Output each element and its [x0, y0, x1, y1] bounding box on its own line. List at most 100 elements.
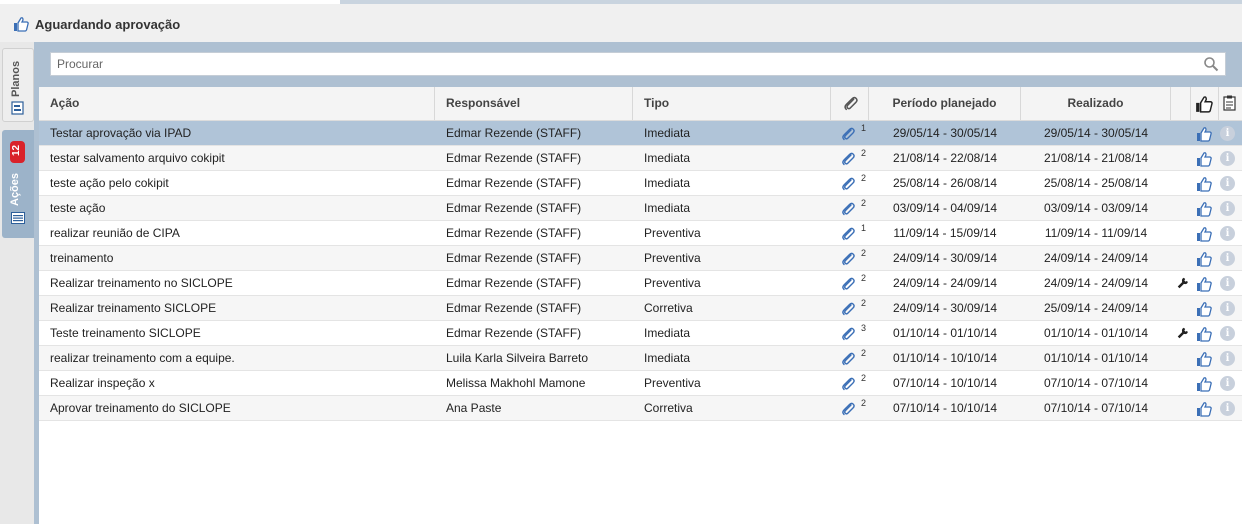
- cell-realizado: 25/09/14 - 24/09/14: [1043, 301, 1149, 315]
- cell-responsavel: Edmar Rezende (STAFF): [446, 276, 582, 290]
- attachment-count: 2: [861, 348, 867, 358]
- approve-thumbs-up-icon[interactable]: [1196, 276, 1212, 292]
- table-row[interactable]: treinamento Edmar Rezende (STAFF) Preventi…: [39, 246, 1242, 271]
- cell-periodo: 03/09/14 - 04/09/14: [892, 201, 998, 215]
- table-row[interactable]: Realizar treinamento no SICLOPE Edmar Rez…: [39, 271, 1242, 296]
- cell-realizado: 01/10/14 - 01/10/14: [1043, 326, 1149, 340]
- cell-acao: Realizar inspeção x: [50, 376, 155, 390]
- column-header-realizado[interactable]: Realizado: [1021, 87, 1171, 120]
- sidebar: Planos 12 Ações: [0, 42, 34, 524]
- cell-responsavel: Edmar Rezende (STAFF): [446, 326, 582, 340]
- table-row[interactable]: Aprovar treinamento do SICLOPE Ana Paste C…: [39, 396, 1242, 421]
- cell-tipo: Corretiva: [644, 401, 693, 415]
- cell-acao: realizar reunião de CIPA: [50, 226, 180, 240]
- list-card-icon: [11, 212, 25, 224]
- search-box: [50, 52, 1226, 76]
- column-header-tipo[interactable]: Tipo: [633, 87, 831, 120]
- table-row[interactable]: Realizar treinamento SICLOPE Edmar Rezend…: [39, 296, 1242, 321]
- cell-realizado: 07/10/14 - 07/10/14: [1043, 401, 1149, 415]
- paperclip-icon[interactable]: [840, 401, 856, 417]
- attachment-count: 2: [861, 148, 867, 158]
- table-row[interactable]: Testar aprovação via IPAD Edmar Rezende (…: [39, 121, 1242, 146]
- info-icon[interactable]: i: [1220, 351, 1235, 366]
- paperclip-icon[interactable]: [840, 301, 856, 317]
- approve-thumbs-up-icon[interactable]: [1196, 226, 1212, 242]
- info-icon[interactable]: i: [1220, 276, 1235, 291]
- cell-realizado: 24/09/14 - 24/09/14: [1043, 276, 1149, 290]
- approve-thumbs-up-icon[interactable]: [1196, 251, 1212, 267]
- paperclip-icon[interactable]: [840, 326, 856, 342]
- paperclip-icon[interactable]: [840, 276, 856, 292]
- table-row[interactable]: realizar reunião de CIPA Edmar Rezende (S…: [39, 221, 1242, 246]
- column-header-responsavel[interactable]: Responsável: [435, 87, 633, 120]
- approve-thumbs-up-icon[interactable]: [1196, 326, 1212, 342]
- page-header: Aguardando aprovação: [0, 4, 1242, 42]
- column-header-anexos[interactable]: [831, 87, 869, 120]
- attachment-count: 2: [861, 248, 867, 258]
- info-icon[interactable]: i: [1220, 176, 1235, 191]
- table-row[interactable]: teste ação pelo cokipit Edmar Rezende (ST…: [39, 171, 1242, 196]
- approve-thumbs-up-icon[interactable]: [1196, 376, 1212, 392]
- approve-thumbs-up-icon[interactable]: [1196, 126, 1212, 142]
- table-row[interactable]: Teste treinamento SICLOPE Edmar Rezende (…: [39, 321, 1242, 346]
- column-header-aprovar[interactable]: [1191, 87, 1219, 120]
- content-panel: Ação Responsável Tipo Período planejado …: [34, 42, 1242, 524]
- cell-responsavel: Edmar Rezende (STAFF): [446, 151, 582, 165]
- clipboard-icon: [1223, 95, 1236, 111]
- table-row[interactable]: teste ação Edmar Rezende (STAFF) Imediata 2…: [39, 196, 1242, 221]
- info-icon[interactable]: i: [1220, 401, 1235, 416]
- cell-acao: testar salvamento arquivo cokipit: [50, 151, 225, 165]
- paperclip-icon[interactable]: [840, 126, 856, 142]
- wrench-icon[interactable]: [1176, 326, 1190, 340]
- info-icon[interactable]: i: [1220, 226, 1235, 241]
- info-icon[interactable]: i: [1220, 151, 1235, 166]
- wrench-icon[interactable]: [1176, 276, 1190, 290]
- column-header-relatorio[interactable]: [1219, 87, 1242, 120]
- info-icon[interactable]: i: [1220, 326, 1235, 341]
- table-row[interactable]: Realizar inspeção x Melissa Makhohl Mamon…: [39, 371, 1242, 396]
- table-row[interactable]: testar salvamento arquivo cokipit Edmar R…: [39, 146, 1242, 171]
- search-input[interactable]: [51, 53, 1197, 75]
- cell-responsavel: Edmar Rezende (STAFF): [446, 201, 582, 215]
- paperclip-icon[interactable]: [840, 351, 856, 367]
- approve-thumbs-up-icon[interactable]: [1196, 201, 1212, 217]
- attachment-count: 2: [861, 398, 867, 408]
- attachment-count: 1: [861, 223, 867, 233]
- cell-responsavel: Edmar Rezende (STAFF): [446, 226, 582, 240]
- info-icon[interactable]: i: [1220, 376, 1235, 391]
- paperclip-icon: [844, 96, 858, 111]
- tab-planos-label: Planos: [10, 60, 22, 97]
- paperclip-icon[interactable]: [840, 201, 856, 217]
- paperclip-icon[interactable]: [840, 176, 856, 192]
- approve-thumbs-up-icon[interactable]: [1196, 176, 1212, 192]
- paperclip-icon[interactable]: [840, 226, 856, 242]
- paperclip-icon[interactable]: [840, 151, 856, 167]
- info-icon[interactable]: i: [1220, 126, 1235, 141]
- column-header-periodo[interactable]: Período planejado: [869, 87, 1021, 120]
- search-icon[interactable]: [1203, 56, 1219, 72]
- paperclip-icon[interactable]: [840, 251, 856, 267]
- cell-tipo: Preventiva: [644, 376, 701, 390]
- cell-realizado: 24/09/14 - 24/09/14: [1043, 251, 1149, 265]
- tab-planos[interactable]: Planos: [2, 48, 34, 122]
- cell-responsavel: Edmar Rezende (STAFF): [446, 251, 582, 265]
- approve-thumbs-up-icon[interactable]: [1196, 351, 1212, 367]
- column-header-acao[interactable]: Ação: [39, 87, 435, 120]
- info-icon[interactable]: i: [1220, 201, 1235, 216]
- cell-realizado: 07/10/14 - 07/10/14: [1043, 376, 1149, 390]
- approve-thumbs-up-icon[interactable]: [1196, 151, 1212, 167]
- table-row[interactable]: realizar treinamento com a equipe. Luila …: [39, 346, 1242, 371]
- approve-thumbs-up-icon[interactable]: [1196, 301, 1212, 317]
- info-icon[interactable]: i: [1220, 301, 1235, 316]
- tab-acoes[interactable]: 12 Ações: [2, 130, 34, 238]
- cell-realizado: 11/09/14 - 11/09/14: [1044, 226, 1148, 240]
- column-header-acoes-extra: [1171, 87, 1191, 120]
- cell-acao: teste ação: [50, 201, 106, 215]
- cell-tipo: Imediata: [644, 151, 691, 165]
- cell-acao: treinamento: [50, 251, 114, 265]
- approve-thumbs-up-icon[interactable]: [1196, 401, 1212, 417]
- info-icon[interactable]: i: [1220, 251, 1235, 266]
- cell-acao: teste ação pelo cokipit: [50, 176, 169, 190]
- paperclip-icon[interactable]: [840, 376, 856, 392]
- cell-realizado: 29/05/14 - 30/05/14: [1043, 126, 1149, 140]
